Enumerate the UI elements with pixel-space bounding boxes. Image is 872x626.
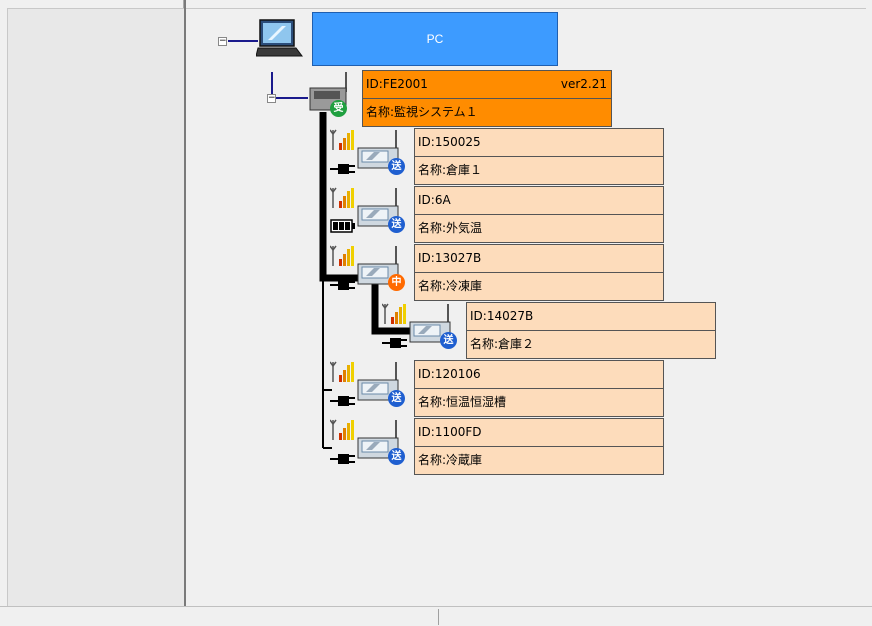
signal-strength-icon [382,303,406,324]
status-divider [438,609,439,625]
device-node[interactable]: ID:13027B 名称:冷凍庫 [414,244,664,301]
device-node[interactable]: ID:6A 名称:外気温 [414,186,664,243]
collapse-toggle-pc[interactable]: − [218,37,227,46]
device-name-row: 名称:冷凍庫 [415,273,663,300]
pc-node[interactable]: PC [312,12,558,66]
device-name: 名称:外気温 [418,221,483,235]
device-node[interactable]: ID:14027B 名称:倉庫２ [466,302,716,359]
device-id: ID:120106 [418,367,481,381]
device-badge: 送 [388,216,405,233]
device-id-row: ID:120106 [415,361,663,389]
ac-plug-icon [330,164,355,174]
device-badge: 送 [388,390,405,407]
receiver-version: ver2.21 [560,77,607,91]
ac-plug-icon [330,396,355,406]
device-id: ID:150025 [418,135,481,149]
device-node[interactable]: ID:150025 名称:倉庫１ [414,128,664,185]
signal-strength-icon [330,361,354,382]
status-bar [0,606,872,626]
device-name: 名称:倉庫１ [418,163,483,177]
device-node[interactable]: ID:1100FD 名称:冷蔵庫 [414,418,664,475]
device-name-row: 名称:外気温 [415,215,663,242]
device-id-row: ID:13027B [415,245,663,273]
device-id-row: ID:1100FD [415,419,663,447]
device-name: 名称:冷蔵庫 [418,453,483,467]
device-name: 名称:倉庫２ [470,337,535,351]
device-badge: 送 [388,158,405,175]
device-id: ID:6A [418,193,451,207]
signal-strength-icon [330,245,354,266]
device-badge: 送 [388,448,405,465]
collapse-toggle-receiver[interactable]: − [267,94,276,103]
device-name-row: 名称:恒温恒湿槽 [415,389,663,416]
device-name-row: 名称:倉庫２ [467,331,715,358]
laptop-icon[interactable] [256,18,304,58]
signal-strength-icon [330,187,354,208]
ac-plug-icon [330,280,355,290]
receiver-id-row: ID:FE2001 ver2.21 [363,71,611,99]
device-id: ID:1100FD [418,425,482,439]
device-badge: 送 [440,332,457,349]
battery-icon [330,219,355,233]
receiver-id: ID:FE2001 [366,77,428,91]
device-id: ID:13027B [418,251,482,265]
signal-strength-icon [330,129,354,150]
device-name-row: 名称:冷蔵庫 [415,447,663,474]
receiver-node[interactable]: ID:FE2001 ver2.21 名称:監視システム１ [362,70,612,127]
device-name: 名称:冷凍庫 [418,279,483,293]
device-id-row: ID:150025 [415,129,663,157]
device-badge: 中 [388,274,405,291]
signal-strength-icon [330,419,354,440]
ac-plug-icon [330,454,355,464]
receiver-name: 名称:監視システム１ [366,105,478,119]
receiver-badge: 受 [330,100,347,117]
device-id-row: ID:6A [415,187,663,215]
device-node[interactable]: ID:120106 名称:恒温恒湿槽 [414,360,664,417]
ac-plug-icon [382,338,407,348]
device-id: ID:14027B [470,309,534,323]
device-name-row: 名称:倉庫１ [415,157,663,184]
device-id-row: ID:14027B [467,303,715,331]
device-name: 名称:恒温恒湿槽 [418,395,507,409]
pc-label: PC [426,32,444,46]
receiver-name-row: 名称:監視システム１ [363,99,611,126]
